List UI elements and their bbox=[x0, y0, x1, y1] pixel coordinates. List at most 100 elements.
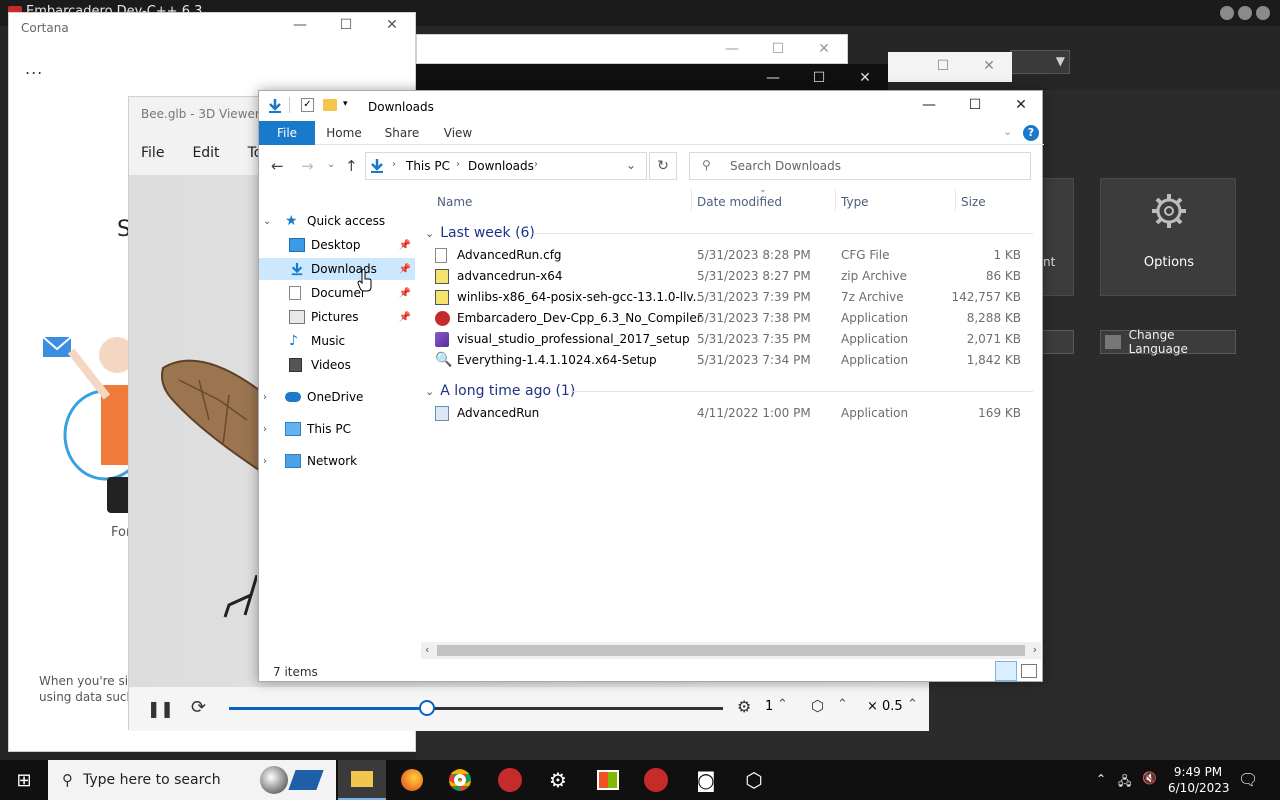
table-row[interactable]: advancedrun-x64 5/31/2023 8:27 PM zip Ar… bbox=[435, 266, 1035, 287]
search-box[interactable]: ⚲ Search Downloads bbox=[689, 152, 1031, 180]
firefox-taskbar-icon[interactable] bbox=[388, 764, 436, 796]
tab-home[interactable]: Home bbox=[321, 121, 367, 145]
devcpp-taskbar-icon[interactable] bbox=[486, 764, 534, 796]
group-header-long-time-ago[interactable]: ⌄ A long time ago (1) bbox=[425, 383, 575, 399]
column-header-name[interactable]: Name bbox=[437, 195, 472, 209]
maximize-icon[interactable]: ☐ bbox=[796, 70, 842, 86]
more-options-button[interactable]: ... bbox=[25, 59, 43, 78]
new-folder-icon[interactable] bbox=[323, 99, 337, 111]
table-row[interactable]: AdvancedRun.cfg 5/31/2023 8:28 PM CFG Fi… bbox=[435, 245, 1035, 266]
maximize-icon[interactable]: ☐ bbox=[755, 41, 801, 57]
expand-ribbon-icon[interactable]: ⌄ bbox=[1003, 125, 1012, 138]
column-header-type[interactable]: Type bbox=[841, 195, 869, 209]
camera-taskbar-icon[interactable]: ◙ bbox=[682, 764, 730, 796]
pause-icon[interactable]: ❚❚ bbox=[147, 699, 174, 718]
explorer-titlebar[interactable]: ✓ ▾ Downloads — ☐ ✕ bbox=[259, 91, 1044, 121]
properties-icon[interactable]: ✓ bbox=[301, 98, 314, 112]
nav-this-pc[interactable]: › This PC bbox=[263, 418, 419, 440]
refresh-icon[interactable]: ↻ bbox=[649, 152, 677, 180]
column-divider[interactable] bbox=[955, 189, 956, 211]
column-header-date[interactable]: Date modified bbox=[697, 195, 782, 209]
menu-file[interactable]: File bbox=[141, 145, 164, 161]
network-tray-icon[interactable]: 🖧 bbox=[1118, 772, 1131, 793]
maximize-icon[interactable]: ☐ bbox=[952, 97, 998, 113]
forward-arrow-icon[interactable]: → bbox=[301, 157, 314, 175]
notifications-icon[interactable]: 🗨 bbox=[1238, 770, 1258, 789]
pin-icon[interactable]: 📌 bbox=[399, 240, 411, 251]
scrollbar-thumb[interactable] bbox=[437, 645, 1025, 656]
recent-locations-icon[interactable]: ⌄ bbox=[327, 159, 335, 170]
taskbar-search[interactable]: ⚲ Type here to search bbox=[48, 760, 336, 800]
minimize-icon[interactable]: — bbox=[906, 97, 952, 113]
table-row[interactable]: 🔍 Everything-1.4.1.1024.x64-Setup 5/31/2… bbox=[435, 350, 1035, 371]
devcpp-combo[interactable]: ▼ bbox=[1010, 50, 1070, 74]
timeline-thumb[interactable] bbox=[418, 700, 435, 716]
chevron-up-icon[interactable]: ⌃ bbox=[837, 697, 848, 712]
nav-desktop[interactable]: Desktop 📌 bbox=[259, 234, 415, 256]
menu-edit[interactable]: Edit bbox=[192, 145, 219, 161]
breadcrumb-downloads[interactable]: Downloads bbox=[468, 159, 534, 173]
cube-icon[interactable]: ⬡ bbox=[811, 697, 824, 715]
table-row[interactable]: winlibs-x86_64-posix-seh-gcc-13.1.0-llv.… bbox=[435, 287, 1035, 308]
table-row[interactable]: AdvancedRun 4/11/2022 1:00 PM Applicatio… bbox=[435, 403, 1035, 424]
chevron-up-icon[interactable]: ⌃ bbox=[907, 697, 918, 712]
chrome-taskbar-icon[interactable] bbox=[436, 764, 484, 796]
chevron-right-icon[interactable]: › bbox=[263, 424, 279, 435]
chevron-down-icon[interactable]: ⌄ bbox=[425, 227, 434, 240]
column-header-size[interactable]: Size bbox=[961, 195, 986, 209]
group-header-last-week[interactable]: ⌄ Last week (6) bbox=[425, 225, 535, 241]
details-view-icon[interactable] bbox=[995, 661, 1017, 681]
chevron-down-icon[interactable]: ⌄ bbox=[425, 385, 434, 398]
up-arrow-icon[interactable]: ↑ bbox=[345, 157, 358, 175]
settings-taskbar-icon[interactable]: ⚙ bbox=[534, 764, 582, 796]
nav-documents[interactable]: Documents 📌 bbox=[259, 282, 415, 304]
close-icon[interactable]: ✕ bbox=[998, 97, 1044, 113]
clock[interactable]: 9:49 PM 6/10/2023 bbox=[1168, 764, 1230, 796]
timeline-slider[interactable] bbox=[229, 700, 723, 716]
large-icons-view-icon[interactable] bbox=[1021, 664, 1037, 678]
help-icon[interactable]: ? bbox=[1023, 125, 1039, 141]
customize-toolbar-icon[interactable]: ▾ bbox=[343, 99, 348, 109]
chevron-down-icon[interactable]: ⌄ bbox=[263, 216, 279, 227]
horizontal-scrollbar[interactable]: ‹ › bbox=[421, 642, 1041, 659]
address-bar[interactable]: › This PC › Downloads › ⌄ bbox=[365, 152, 647, 180]
tab-view[interactable]: View bbox=[435, 121, 481, 145]
close-icon[interactable]: ✕ bbox=[801, 41, 847, 57]
devcpp-taskbar-icon-2[interactable] bbox=[632, 764, 680, 796]
volume-muted-icon[interactable]: 🔇 bbox=[1142, 771, 1157, 785]
tab-share[interactable]: Share bbox=[379, 121, 425, 145]
table-row[interactable]: Embarcadero_Dev-Cpp_6.3_No_Compiler... 5… bbox=[435, 308, 1035, 329]
minimize-icon[interactable]: — bbox=[277, 17, 323, 33]
address-dropdown-icon[interactable]: ⌄ bbox=[626, 158, 636, 172]
change-language-button[interactable]: Change Language bbox=[1100, 328, 1236, 356]
3d-viewer-taskbar-icon[interactable]: ⬡ bbox=[730, 764, 778, 796]
pin-icon[interactable]: 📌 bbox=[399, 264, 411, 275]
nav-pictures[interactable]: Pictures 📌 bbox=[259, 306, 415, 328]
maximize-icon[interactable]: ☐ bbox=[323, 17, 369, 33]
nav-videos[interactable]: Videos bbox=[259, 354, 415, 376]
pin-icon[interactable]: 📌 bbox=[399, 312, 411, 323]
file-explorer-taskbar-icon[interactable] bbox=[338, 760, 386, 800]
maximize-icon[interactable]: ☐ bbox=[920, 58, 966, 74]
windows-start-icon[interactable]: ⊞ bbox=[0, 764, 48, 796]
close-icon[interactable] bbox=[1256, 6, 1270, 20]
options-tile[interactable]: Options bbox=[1100, 178, 1236, 296]
sign-in-button-partial[interactable] bbox=[107, 477, 129, 513]
close-icon[interactable]: ✕ bbox=[966, 58, 1012, 74]
scroll-left-icon[interactable]: ‹ bbox=[425, 643, 429, 656]
maximize-icon[interactable] bbox=[1238, 6, 1252, 20]
close-icon[interactable]: ✕ bbox=[369, 17, 415, 33]
minimize-icon[interactable]: — bbox=[709, 41, 755, 57]
close-icon[interactable]: ✕ bbox=[842, 70, 888, 86]
nav-network[interactable]: › Network bbox=[263, 450, 419, 472]
chevron-right-icon[interactable]: › bbox=[263, 456, 279, 467]
column-divider[interactable] bbox=[835, 189, 836, 211]
animation-speed-icon[interactable]: ⚙ bbox=[737, 697, 751, 716]
minimize-icon[interactable]: — bbox=[750, 70, 796, 86]
store-taskbar-icon[interactable] bbox=[584, 764, 632, 796]
back-arrow-icon[interactable]: ← bbox=[271, 157, 284, 175]
column-divider[interactable] bbox=[691, 189, 692, 211]
loop-icon[interactable]: ⟳ bbox=[191, 697, 206, 718]
pin-icon[interactable]: 📌 bbox=[399, 288, 411, 299]
nav-quick-access[interactable]: ⌄ ★ Quick access bbox=[263, 210, 419, 232]
